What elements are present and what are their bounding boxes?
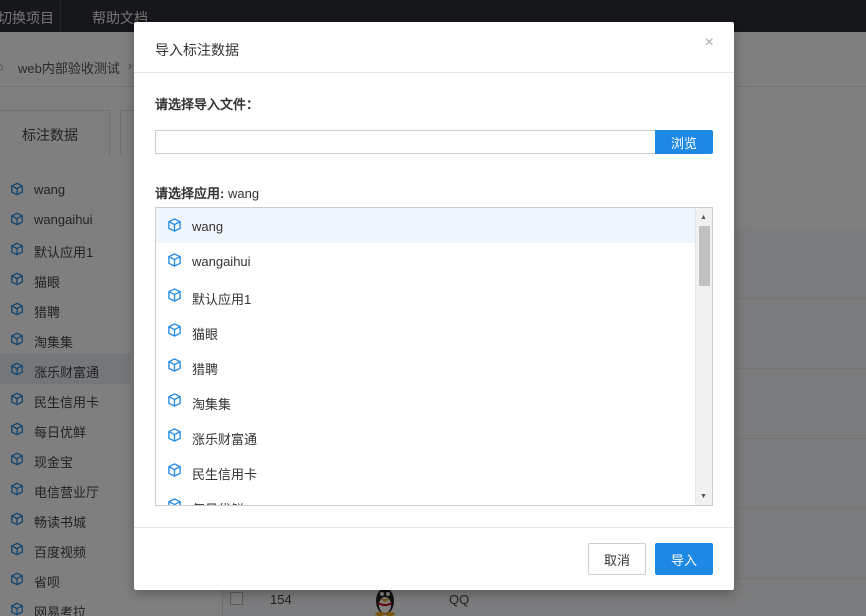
app-list-item[interactable]: 涨乐财富通 (156, 418, 695, 453)
close-icon[interactable]: × (705, 35, 714, 51)
scroll-down-arrow-icon[interactable]: ▼ (700, 493, 707, 500)
app-select-current: wang (227, 186, 260, 201)
browse-button[interactable]: 浏览 (655, 130, 713, 154)
cancel-button[interactable]: 取消 (588, 543, 646, 575)
app-list-item-label: 猎聘 (192, 362, 219, 377)
scrollbar-thumb[interactable] (699, 226, 710, 286)
import-annotation-dialog: 导入标注数据 × 请选择导入文件： 浏览 请选择应用: wang wang wan… (134, 22, 734, 590)
app-listbox[interactable]: wangwangaihui默认应用1猫眼猎聘淘集集涨乐财富通民生信用卡每日优鲜 … (155, 207, 713, 506)
app-list-item[interactable]: wang (156, 208, 695, 243)
dialog-title: 导入标注数据 (155, 42, 239, 58)
file-select-label: 请选择导入文件： (155, 97, 260, 112)
cube-icon (167, 322, 182, 338)
listbox-scrollbar[interactable]: ▲ ▼ (695, 208, 712, 505)
app-list: wang wangaihui 默认应用1 猫眼猎聘淘集集涨乐财富通民生信用卡每日优鲜 (156, 208, 712, 505)
app-select-label: 请选择应用: wang (155, 183, 259, 202)
cube-icon (167, 217, 182, 233)
cube-icon (167, 392, 182, 408)
header-divider (134, 72, 734, 73)
app-list-item[interactable]: wangaihui (156, 243, 695, 278)
cube-icon (167, 462, 182, 478)
app-select-label-prefix: 请选择应用: (155, 186, 225, 201)
app-list-item-label: wang (192, 219, 224, 234)
app-list-item-label: wangaihui (192, 254, 251, 269)
cube-icon (167, 497, 182, 505)
app-list-item-label: 涨乐财富通 (192, 432, 258, 447)
app-list-item[interactable]: 默认应用1 (156, 278, 695, 313)
app-list-item-label: 默认应用1 (192, 292, 252, 307)
app-list-item-label: 淘集集 (192, 397, 232, 412)
app-list-item[interactable]: 民生信用卡 (156, 453, 695, 488)
app-list-item[interactable]: 猎聘 (156, 348, 695, 383)
cube-icon (167, 357, 182, 373)
scroll-up-arrow-icon[interactable]: ▲ (700, 214, 707, 221)
app-list-item-label: 猫眼 (192, 327, 219, 342)
footer-divider (134, 527, 734, 528)
file-path-input[interactable] (155, 130, 655, 154)
cube-icon (167, 287, 182, 303)
app-list-item-label: 每日优鲜 (192, 499, 244, 505)
app-list-item[interactable]: 每日优鲜 (156, 488, 695, 505)
cube-icon (167, 252, 182, 268)
app-list-item[interactable]: 淘集集 (156, 383, 695, 418)
app-list-item-label: 民生信用卡 (192, 467, 258, 482)
app-list-item[interactable]: 猫眼 (156, 313, 695, 348)
cube-icon (167, 427, 182, 443)
import-button[interactable]: 导入 (655, 543, 713, 575)
